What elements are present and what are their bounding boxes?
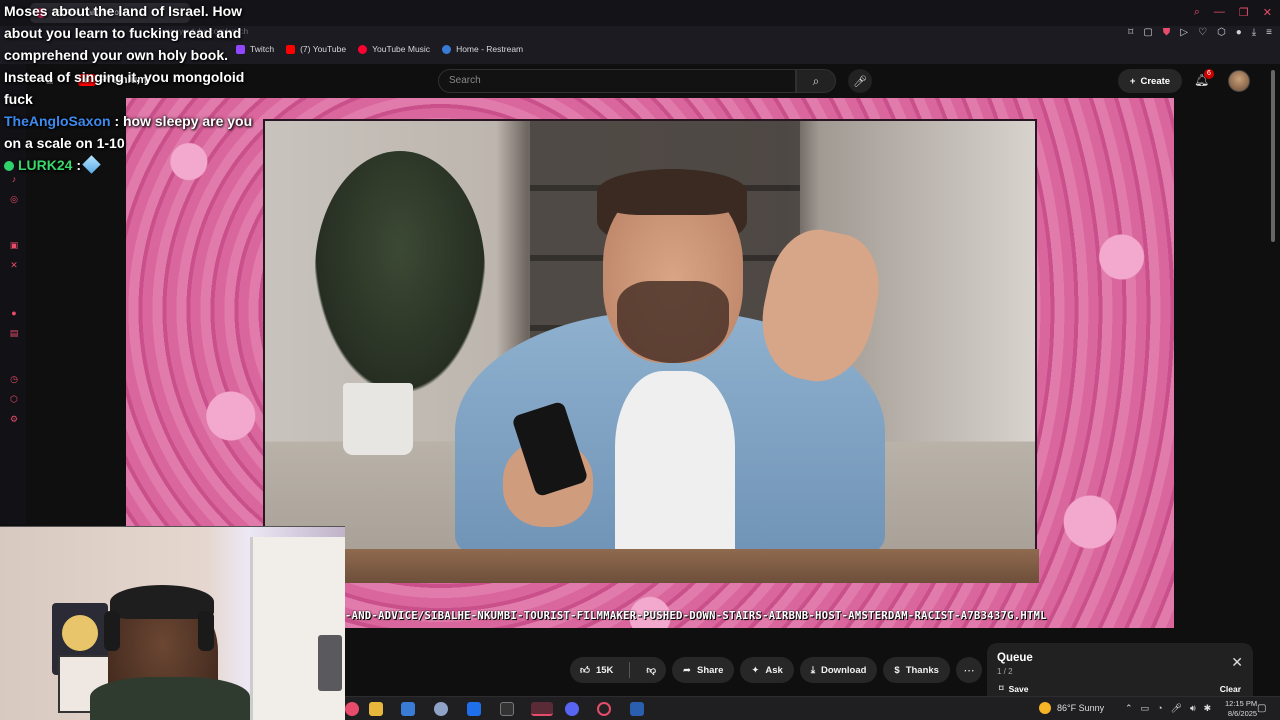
sidebar-target-icon[interactable]: ◎	[9, 194, 19, 204]
sun-icon	[1039, 702, 1051, 714]
more-icon: ⋯	[963, 664, 975, 677]
taskbar-outlook-icon[interactable]	[467, 702, 481, 716]
thanks-button[interactable]: $ Thanks	[883, 657, 950, 683]
diamond-emote-icon	[82, 155, 101, 174]
sidebar-calendar-icon[interactable]: ▤	[9, 328, 19, 338]
taskbar-opera-gx-icon[interactable]	[531, 702, 553, 716]
thumbs-down-icon: 👎︎	[646, 665, 657, 676]
queue-count: 1 / 2	[997, 667, 1013, 676]
like-dislike-group: 👍︎ 15K 👎︎	[570, 657, 667, 683]
minimize-icon[interactable]: —	[1214, 6, 1225, 19]
download-icon: ⤓	[810, 664, 816, 676]
volume-icon[interactable]: 🔊︎	[1190, 703, 1196, 714]
chat-username: TheAngloSaxon	[4, 113, 111, 129]
taskbar-window-icon[interactable]	[630, 702, 644, 716]
window-controls: ⌕ — ❐ ✕	[1194, 6, 1272, 19]
bookmark-icon[interactable]: ⌑	[1128, 27, 1133, 38]
play-icon[interactable]: ▷	[1180, 27, 1188, 38]
screenshot-icon[interactable]: ▢	[1143, 27, 1152, 38]
notification-badge: 6	[1204, 69, 1214, 79]
avatar[interactable]	[1228, 70, 1250, 92]
mic-icon: 🎤︎	[853, 75, 867, 88]
shield-icon[interactable]: ⛊	[1163, 27, 1171, 38]
taskbar-calculator-icon[interactable]	[401, 702, 415, 716]
chat-message: Moses about the land of Israel. How abou…	[4, 3, 245, 107]
ask-button[interactable]: ✦ Ask	[740, 657, 794, 683]
sidebar-twitch-icon[interactable]: ▣	[9, 240, 19, 250]
close-window-icon[interactable]: ✕	[1263, 6, 1272, 19]
restore-icon[interactable]: ❐	[1239, 6, 1249, 19]
thumbs-up-icon: 👍︎	[580, 665, 590, 676]
mic-tray-icon[interactable]: 🎤︎	[1171, 703, 1182, 714]
bookmark-youtube[interactable]: (7) YouTube	[286, 44, 346, 54]
share-icon: ➦	[683, 664, 691, 676]
menu-icon[interactable]: ≡	[1266, 27, 1272, 38]
chevron-up-icon[interactable]: ⌃	[1125, 703, 1133, 714]
sidebar-settings-icon[interactable]: ⚙	[9, 414, 19, 424]
clock-date: 8/6/2025	[1227, 709, 1258, 718]
youtube-icon	[286, 44, 296, 54]
video-url-ticker: -AND-ADVICE/SIBALHE-NKUMBI-TOURIST-FILMM…	[345, 610, 1047, 622]
download-icon[interactable]: ⤓	[1252, 27, 1256, 38]
stream-chat-overlay: Moses about the land of Israel. How abou…	[4, 0, 254, 176]
search-button[interactable]: ⌕	[796, 69, 836, 93]
bookmarks-bar: Twitch (7) YouTube YouTube Music Home - …	[236, 44, 523, 54]
video-actions: 👍︎ 15K 👎︎ ➦ Share ✦ Ask ⤓ Download $ Thanks ⋯	[570, 657, 982, 683]
sidebar-cube-icon[interactable]: ⬡	[9, 394, 19, 404]
taskbar-capcut-icon[interactable]	[500, 702, 514, 716]
heart-icon[interactable]: ♡	[1198, 27, 1207, 38]
sidebar-clock-icon[interactable]: ◷	[9, 374, 19, 384]
chat-message: LURK24 :	[4, 154, 254, 176]
taskbar-clock[interactable]: 12:15 PM 8/6/2025	[1225, 699, 1257, 719]
taskbar-obs-icon[interactable]	[597, 702, 611, 716]
queue-panel: Queue 1 / 2 ✕ ⌑ Save Clear	[987, 643, 1253, 701]
clock-time: 12:15 PM	[1225, 699, 1258, 708]
chat-message: TheAngloSaxon : how sleepy are you on a …	[4, 113, 253, 151]
taskbar-weather[interactable]: 86°F Sunny	[1039, 702, 1104, 714]
windows-taskbar: 86°F Sunny ⌃ ▭ ◔ 🎤︎ 🔊︎ ✱ 12:15 PM 8/6/20…	[345, 696, 1280, 720]
sidebar-x-icon[interactable]: ✕	[9, 260, 19, 270]
taskbar-discord-icon[interactable]	[565, 702, 579, 716]
dislike-button[interactable]: 👎︎	[636, 657, 666, 683]
close-queue-icon[interactable]: ✕	[1231, 655, 1243, 669]
plus-icon: +	[1129, 75, 1136, 87]
screen: (6) The Dangers of A ⌕ — ❐ ✕ www.youtube…	[0, 0, 1280, 720]
bluetooth-icon[interactable]: ✱	[1204, 703, 1212, 714]
create-button[interactable]: + Create	[1118, 69, 1182, 93]
voice-search-button[interactable]: 🎤︎	[848, 69, 872, 93]
restream-icon	[442, 44, 452, 54]
extension-icons: ⌑ ▢ ⛊ ▷ ♡ ⬡ ● ⤓ ≡	[1128, 27, 1272, 38]
webcam-overlay	[0, 526, 345, 720]
sparkle-icon: ✦	[751, 664, 760, 676]
sidebar-record-icon[interactable]: ●	[9, 308, 19, 318]
extensions-icon[interactable]: ⬡	[1217, 27, 1226, 38]
more-actions-button[interactable]: ⋯	[955, 657, 982, 683]
search-input[interactable]: Search	[438, 69, 796, 93]
taskbar-app-icon[interactable]	[434, 702, 448, 716]
queue-title: Queue	[997, 652, 1033, 664]
youtube-music-icon	[358, 44, 368, 54]
bookmark-icon: ⌑	[999, 683, 1004, 693]
bookmark-restream[interactable]: Home - Restream	[442, 44, 523, 54]
notification-center-icon[interactable]: ▢	[1257, 703, 1266, 714]
like-button[interactable]: 👍︎ 15K	[570, 657, 623, 683]
super-thanks-icon: $	[894, 664, 900, 676]
video-frame-image	[263, 119, 1039, 583]
queue-clear-button[interactable]: Clear	[1220, 684, 1241, 694]
system-tray: ⌃ ▭ ◔ 🎤︎ 🔊︎ ✱	[1125, 703, 1211, 714]
chat-badge-icon	[4, 161, 14, 171]
search-tabs-icon[interactable]: ⌕	[1194, 6, 1200, 19]
chat-username: LURK24	[18, 157, 73, 173]
tray-app-icon[interactable]: ◔	[1157, 703, 1162, 714]
network-icon[interactable]: ▭	[1141, 703, 1150, 714]
scrollbar-thumb[interactable]	[1271, 70, 1275, 242]
share-button[interactable]: ➦ Share	[672, 657, 735, 683]
queue-save-button[interactable]: ⌑ Save	[999, 683, 1028, 694]
taskbar-explorer-icon[interactable]	[369, 702, 383, 716]
search-icon: ⌕	[812, 73, 820, 88]
profile-icon[interactable]: ●	[1236, 27, 1242, 38]
taskbar-opera-icon[interactable]	[345, 702, 359, 716]
download-button[interactable]: ⤓ Download	[799, 657, 878, 683]
bookmark-youtube-music[interactable]: YouTube Music	[358, 44, 430, 54]
